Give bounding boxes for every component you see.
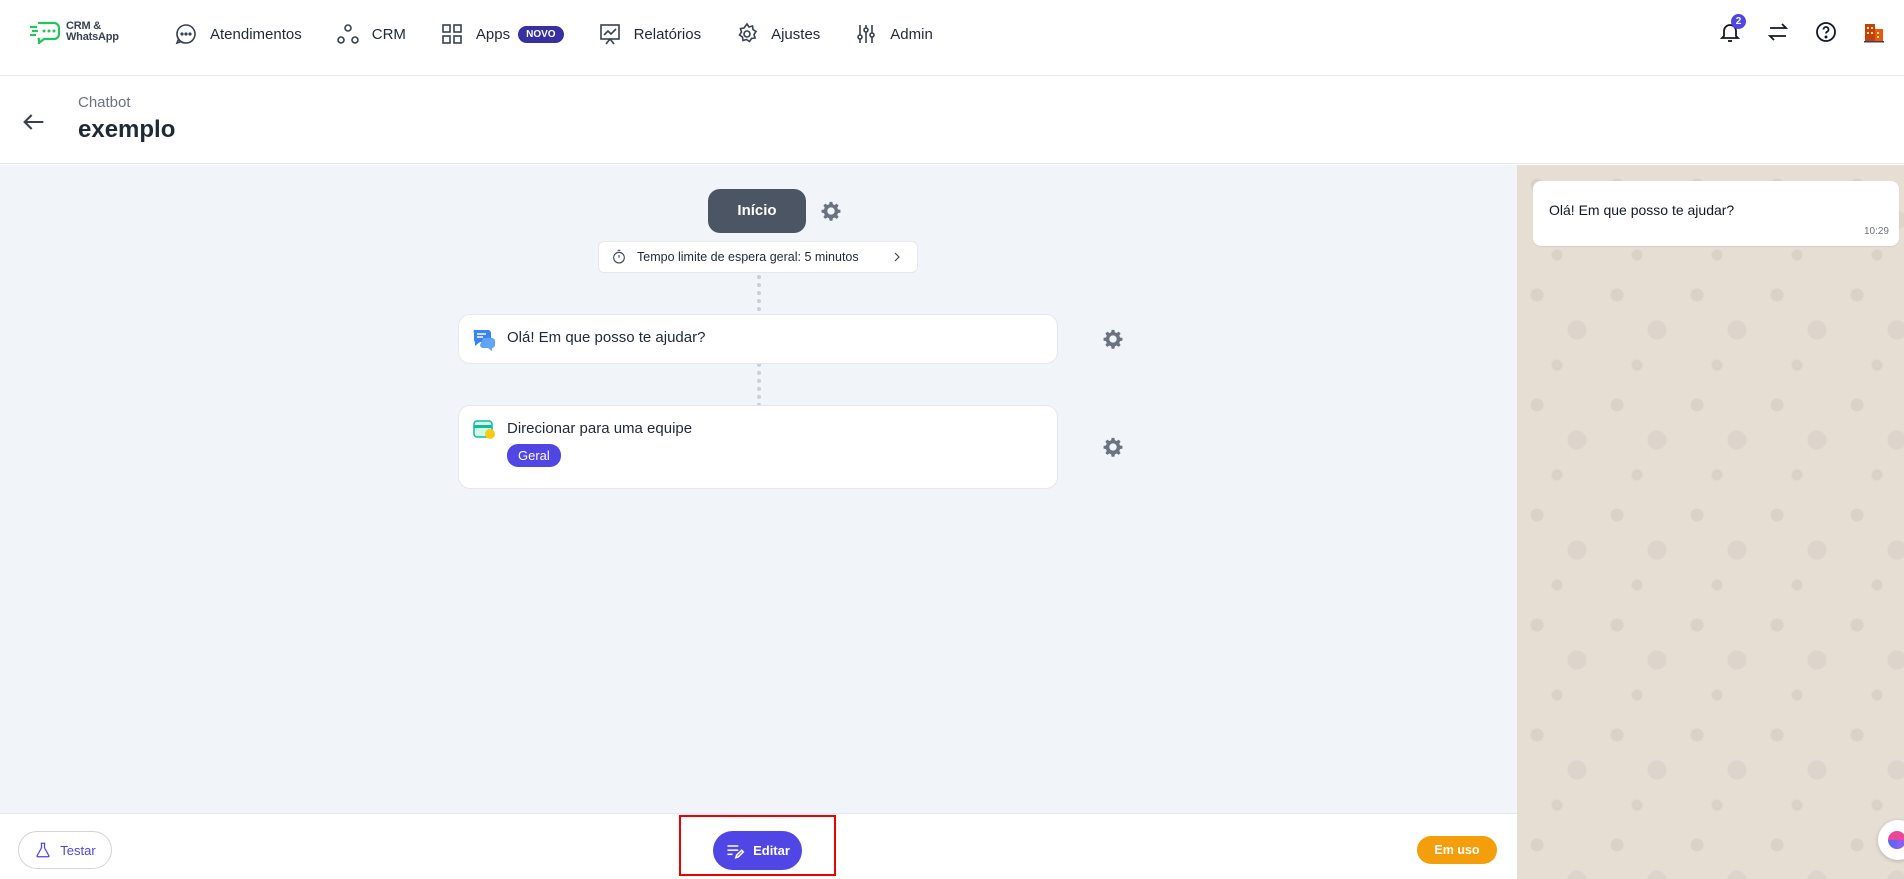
edit-list-icon [727,844,745,859]
nav-label-relatorios: Relatórios [633,25,702,43]
gear-icon [1103,437,1123,457]
nav-label-ajustes: Ajustes [771,25,821,43]
timeout-label: Tempo limite de espera geral: 5 minutos [637,250,859,264]
route-node-settings-button[interactable] [1102,436,1124,458]
notification-count-badge: 2 [1731,14,1746,29]
gear-icon [1103,329,1123,349]
gear-icon [821,201,841,221]
page-header: Chatbot exemplo [0,76,1904,164]
start-node[interactable]: Início [708,189,806,233]
swap-arrows-icon [1767,23,1789,41]
top-right-actions: 2 [1718,14,1886,44]
flask-icon [36,842,50,858]
message-bubbles-icon [473,330,495,351]
test-button[interactable]: Testar [18,831,112,869]
nav-label-admin: Admin [890,25,933,43]
sliders-icon [857,25,876,43]
edit-button-label: Editar [753,843,790,858]
help-circle-icon [1816,22,1836,42]
nav-item-crm[interactable]: CRM [336,22,406,46]
preview-message-time: 10:29 [1863,226,1889,237]
brand-chat-icon [30,21,61,44]
preview-message-text: Olá! Em que posso te ajudar? [1549,202,1735,218]
start-settings-button[interactable] [820,200,842,222]
nav-item-apps[interactable]: Apps NOVO [440,22,564,46]
back-button[interactable] [20,108,48,136]
timeout-setting[interactable]: Tempo limite de espera geral: 5 minutos [598,241,918,273]
switch-account-button[interactable] [1766,20,1790,44]
arrow-left-icon [23,114,44,130]
report-chart-icon [599,24,620,45]
team-chip[interactable]: Geral [507,444,561,467]
nav-item-ajustes[interactable]: Ajustes [735,22,820,46]
route-team-node[interactable]: Direcionar para uma equipe Geral [458,405,1058,489]
support-logo-icon [1888,831,1904,849]
nav-label-apps: Apps [475,25,511,43]
flow-canvas[interactable]: Início Tempo limite de espera geral: 5 m… [0,165,1517,813]
chevron-right-icon [894,252,900,262]
chat-bubble-icon [175,24,196,45]
nav-item-admin[interactable]: Admin [854,22,933,46]
bottom-action-bar: Testar Editar Em uso [0,813,1517,879]
edit-button[interactable]: Editar [713,831,802,870]
main-menu: Atendimentos CRM Apps NOVO Relatórios Aj… [174,0,967,68]
nav-label-crm: CRM [371,25,406,43]
notifications-button[interactable]: 2 [1718,14,1746,44]
route-team-node-text: Direcionar para uma equipe [507,420,693,437]
message-node[interactable]: Olá! Em que posso te ajudar? [458,314,1058,364]
message-node-text: Olá! Em que posso te ajudar? [507,329,706,346]
gear-icon [738,22,758,43]
team-box-icon [473,420,495,439]
page-title: exemplo [78,116,176,143]
top-navigation: CRM & WhatsApp Atendimentos CRM Apps NOV… [0,0,1904,76]
brand-line-2: WhatsApp [66,31,119,43]
nav-label-atendimentos: Atendimentos [210,25,302,43]
nav-item-relatorios[interactable]: Relatórios [598,22,702,46]
building-icon [1864,24,1884,43]
status-in-use-button[interactable]: Em uso [1417,836,1497,864]
brand-name: CRM & WhatsApp [66,21,119,43]
apps-grid-icon [442,24,462,44]
new-badge: NOVO [518,25,564,43]
stopwatch-icon [613,249,625,264]
brand-logo[interactable]: CRM & WhatsApp [28,20,119,44]
nav-item-atendimentos[interactable]: Atendimentos [174,22,302,46]
help-button[interactable] [1814,20,1838,44]
crm-nodes-icon [336,24,359,44]
preview-message-bubble: Olá! Em que posso te ajudar? 10:29 [1533,181,1899,246]
message-node-settings-button[interactable] [1102,328,1124,350]
chat-preview-panel: Olá! Em que posso te ajudar? 10:29 [1517,165,1904,879]
test-button-label: Testar [60,842,96,858]
breadcrumb[interactable]: Chatbot [78,94,131,111]
company-avatar[interactable] [1862,20,1886,44]
